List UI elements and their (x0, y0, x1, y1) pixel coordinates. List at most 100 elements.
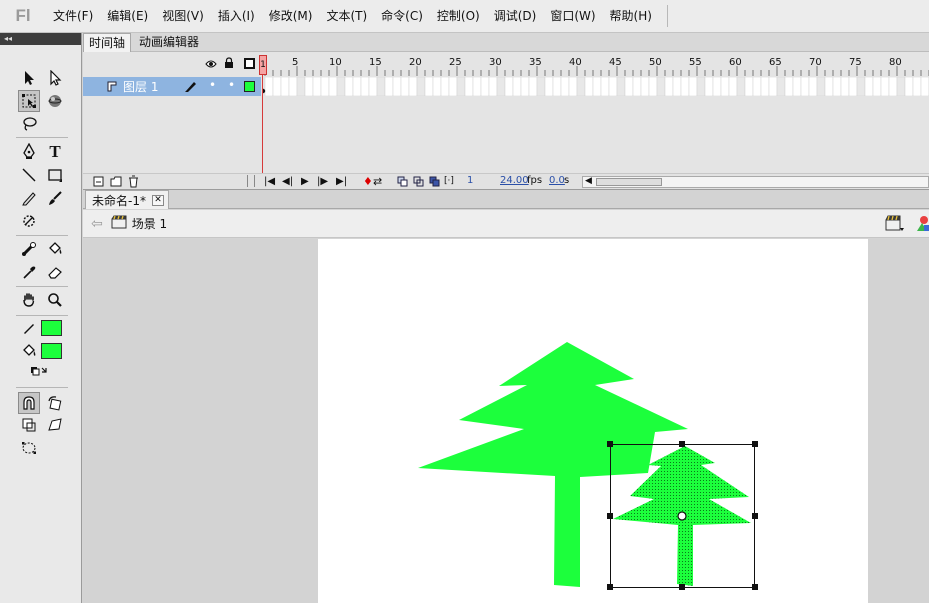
frame-cell[interactable] (704, 77, 714, 96)
outline-icon[interactable] (244, 58, 255, 69)
fill-color-swatch[interactable] (41, 343, 62, 359)
frame-cell[interactable] (288, 77, 298, 96)
transform-handle-left[interactable] (607, 513, 613, 519)
lock-icon[interactable] (224, 57, 234, 72)
layer-row[interactable]: 图层 1 • • (83, 77, 261, 96)
subselection-tool-icon[interactable] (44, 67, 66, 89)
transform-handle-top-right[interactable] (752, 441, 758, 447)
deco-tool-icon[interactable] (18, 210, 40, 232)
frame-cell[interactable] (872, 77, 882, 96)
timeline-hscrollbar[interactable]: ◀ (582, 176, 929, 188)
frame-cell[interactable] (368, 77, 378, 96)
document-tab[interactable]: 未命名-1* ✕ (85, 190, 169, 209)
frame-cell[interactable] (312, 77, 322, 96)
hand-tool-icon[interactable] (18, 289, 40, 311)
large-tree[interactable] (418, 342, 688, 587)
paint-bucket-tool-icon[interactable] (44, 238, 66, 260)
fill-color-icon[interactable] (18, 340, 40, 362)
frame-cell[interactable] (672, 77, 682, 96)
frame-cell[interactable] (808, 77, 818, 96)
layer-frames[interactable] (263, 77, 929, 96)
frame-cell[interactable] (896, 77, 906, 96)
rotate-skew-icon[interactable] (44, 392, 66, 414)
snap-to-objects-icon[interactable] (18, 392, 40, 414)
menu-help[interactable]: 帮助(H) (603, 0, 659, 33)
scroll-left-icon[interactable]: ◀ (585, 176, 592, 186)
tab-timeline[interactable]: 时间轴 (83, 33, 132, 52)
frame-cell[interactable] (912, 77, 922, 96)
new-folder-icon[interactable] (110, 176, 122, 190)
frame-cell[interactable] (480, 77, 490, 96)
frame-cell[interactable] (744, 77, 754, 96)
frame-cell[interactable] (592, 77, 602, 96)
prev-frame-icon[interactable]: ◀| (282, 176, 293, 187)
frame-cell[interactable] (528, 77, 538, 96)
frame-cell[interactable] (512, 77, 522, 96)
frame-cell[interactable] (424, 77, 434, 96)
transform-handle-top[interactable] (679, 441, 685, 447)
frame-cell[interactable] (760, 77, 770, 96)
frame-cell[interactable] (536, 77, 546, 96)
next-frame-icon[interactable]: |▶ (317, 176, 328, 187)
frame-cell[interactable] (360, 77, 370, 96)
frame-cell[interactable] (768, 77, 778, 96)
frame-cell[interactable] (784, 77, 794, 96)
frame-cell[interactable] (504, 77, 514, 96)
last-frame-icon[interactable]: ▶| (336, 176, 347, 187)
modify-onion-markers-icon[interactable]: [·] (444, 176, 454, 186)
frame-cell[interactable] (584, 77, 594, 96)
frame-cell[interactable] (464, 77, 474, 96)
frame-cell[interactable] (304, 77, 314, 96)
frame-cell[interactable] (488, 77, 498, 96)
frame-cell[interactable] (456, 77, 466, 96)
text-tool-icon[interactable]: T (44, 141, 66, 163)
first-frame-icon[interactable]: |◀ (264, 176, 275, 187)
menu-file[interactable]: 文件(F) (46, 0, 100, 33)
frame-cell[interactable] (648, 77, 658, 96)
lasso-tool-icon[interactable] (18, 113, 40, 135)
frame-cell[interactable] (720, 77, 730, 96)
play-icon[interactable]: ▶ (301, 176, 309, 187)
brush-tool-icon[interactable] (44, 187, 66, 209)
frame-cell[interactable] (336, 77, 346, 96)
layer-outline-color[interactable] (244, 81, 255, 92)
frame-cell[interactable] (344, 77, 354, 96)
rectangle-tool-icon[interactable] (44, 164, 66, 186)
pencil-tool-icon[interactable] (18, 187, 40, 209)
menu-view[interactable]: 视图(V) (155, 0, 211, 33)
selection-tool-icon[interactable] (18, 67, 40, 89)
free-transform-tool-icon[interactable] (18, 90, 40, 112)
frame-cell[interactable] (776, 77, 786, 96)
frame-cell[interactable] (608, 77, 618, 96)
frame-cell[interactable] (824, 77, 834, 96)
frame-cell[interactable] (392, 77, 402, 96)
new-layer-icon[interactable] (93, 176, 104, 190)
onion-skin-icon[interactable] (397, 176, 408, 190)
distort-icon[interactable] (44, 414, 66, 436)
transform-point[interactable] (677, 511, 687, 521)
tab-motion-editor[interactable]: 动画编辑器 (134, 33, 204, 52)
eraser-tool-icon[interactable] (44, 261, 66, 283)
frame-cell[interactable] (816, 77, 826, 96)
menu-insert[interactable]: 插入(I) (211, 0, 262, 33)
frame-cell[interactable] (376, 77, 386, 96)
menu-window[interactable]: 窗口(W) (543, 0, 602, 33)
frame-cell[interactable] (728, 77, 738, 96)
frame-cell[interactable] (688, 77, 698, 96)
edit-scene-icon[interactable] (885, 215, 905, 236)
stage[interactable] (318, 239, 868, 603)
frame-cell[interactable] (888, 77, 898, 96)
frame-cell[interactable] (400, 77, 410, 96)
frame-cell[interactable] (448, 77, 458, 96)
frame-cell[interactable] (624, 77, 634, 96)
frame-cell[interactable] (696, 77, 706, 96)
edit-symbols-icon[interactable] (915, 215, 929, 236)
frame-cell[interactable] (920, 77, 929, 96)
frame-cell[interactable] (600, 77, 610, 96)
frame-cell[interactable] (856, 77, 866, 96)
frame-cell[interactable] (904, 77, 914, 96)
frame-cell[interactable] (416, 77, 426, 96)
default-colors-icon[interactable] (28, 362, 50, 384)
frame-cell[interactable] (832, 77, 842, 96)
menu-edit[interactable]: 编辑(E) (100, 0, 155, 33)
